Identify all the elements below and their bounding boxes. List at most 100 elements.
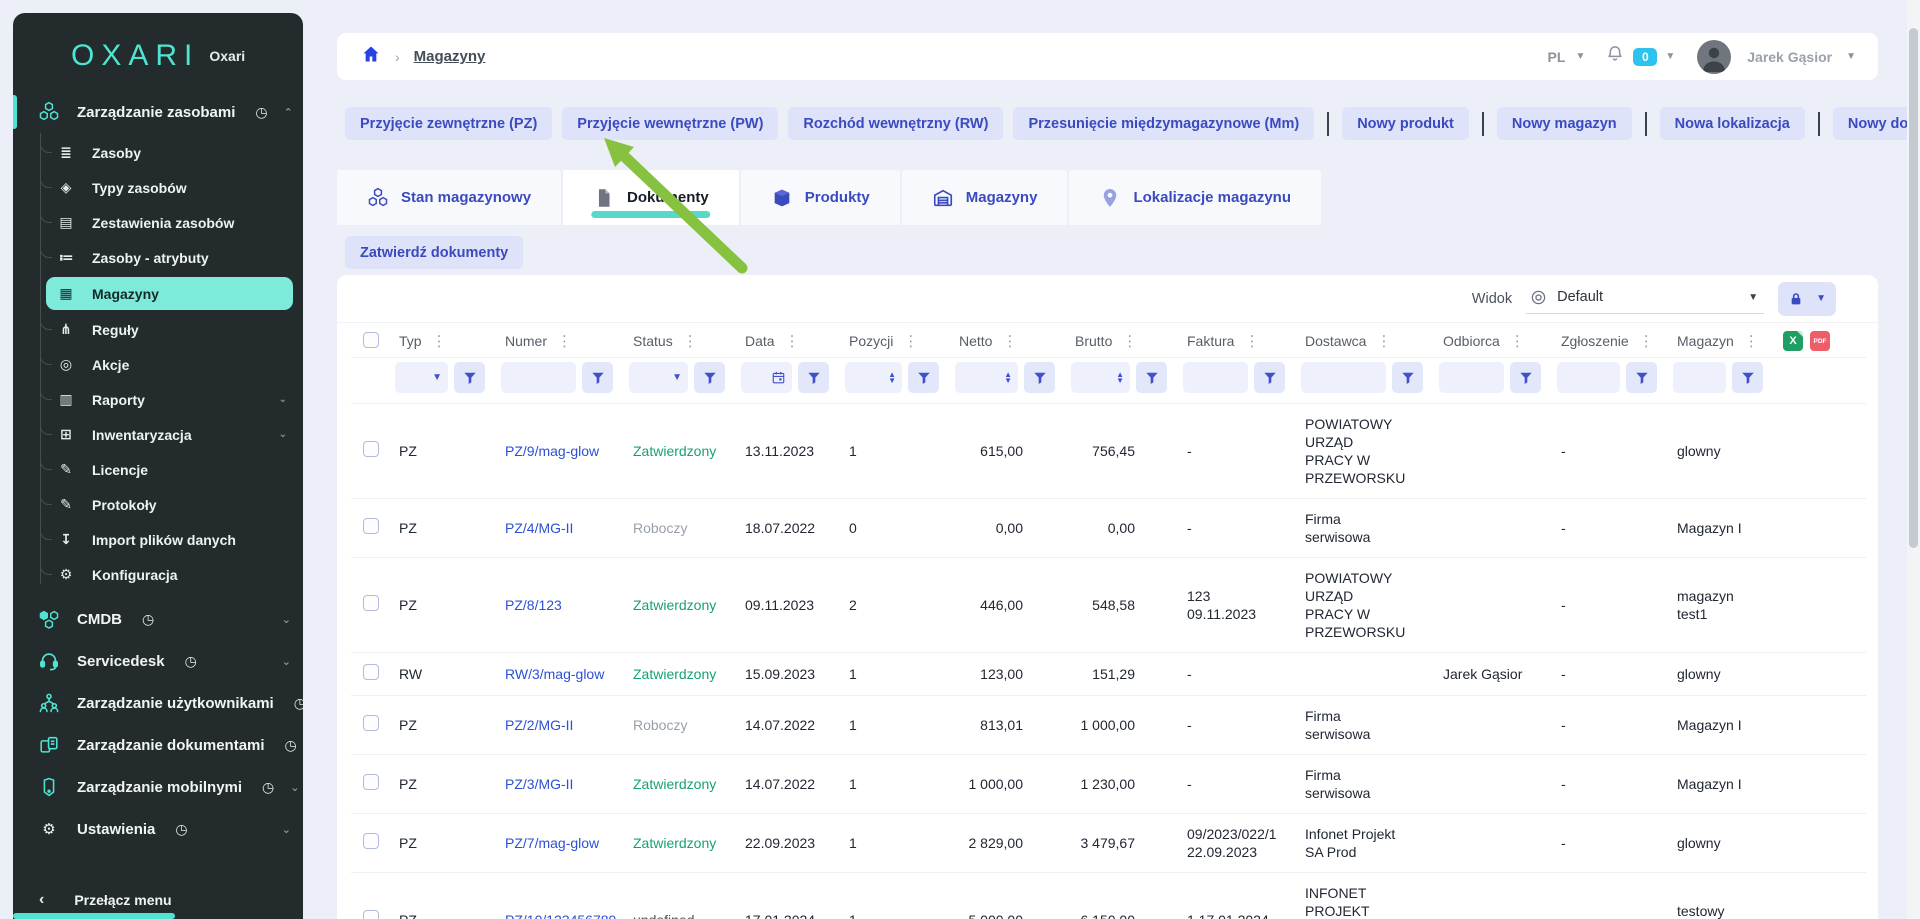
document-link[interactable]: PZ/4/MG-II (505, 520, 573, 536)
sidebar-section-zarządzanie-użytkownikami[interactable]: Zarządzanie użytkownikami◷⌄ (13, 682, 303, 724)
bell-icon[interactable] (1605, 44, 1625, 69)
action-button-nowy-produkt[interactable]: Nowy produkt (1342, 107, 1469, 140)
filter-button-pozycji[interactable] (908, 362, 939, 393)
column-menu-icon[interactable]: ⋮ (557, 334, 572, 349)
document-link[interactable]: PZ/3/MG-II (505, 776, 573, 792)
row-checkbox[interactable] (363, 518, 379, 534)
sidebar-item-zasoby-atrybuty[interactable]: ≔Zasoby - atrybuty (13, 240, 303, 275)
tab-magazyny[interactable]: Magazyny (902, 170, 1068, 225)
column-menu-icon[interactable]: ⋮ (1002, 334, 1017, 349)
filter-button-odbiorca[interactable] (1510, 362, 1541, 393)
home-icon[interactable] (361, 44, 381, 69)
row-checkbox[interactable] (363, 715, 379, 731)
document-link[interactable]: PZ/2/MG-II (505, 717, 573, 733)
filter-button-typ[interactable] (454, 362, 485, 393)
sidebar-section-zarządzanie-zasobami[interactable]: Zarządzanie zasobami◷⌃ (13, 91, 303, 133)
number-spinner[interactable]: ▲▼ (1116, 372, 1124, 384)
row-checkbox[interactable] (363, 774, 379, 790)
action-button-przyjęcie-zewnętrzne-pz[interactable]: Przyjęcie zewnętrzne (PZ) (345, 107, 552, 140)
column-menu-icon[interactable]: ⋮ (1744, 334, 1759, 349)
column-menu-icon[interactable]: ⋮ (1244, 334, 1259, 349)
sidebar-item-import-plików-danych[interactable]: ↧Import plików danych (13, 522, 303, 557)
avatar[interactable] (1697, 40, 1731, 74)
sidebar-item-zasoby[interactable]: ≣Zasoby (13, 135, 303, 170)
tab-lokalizacje-magazynu[interactable]: Lokalizacje magazynu (1069, 170, 1321, 225)
view-select[interactable]: Default ▼ (1526, 284, 1764, 314)
filter-button-magazyn[interactable] (1732, 362, 1763, 393)
breadcrumb-current[interactable]: Magazyny (414, 48, 486, 65)
filter-input-pozycji[interactable]: ▲▼ (845, 362, 902, 393)
filter-input-numer[interactable] (501, 362, 576, 393)
filter-input-netto[interactable]: ▲▼ (955, 362, 1018, 393)
sidebar-item-konfiguracja[interactable]: ⚙Konfiguracja (13, 557, 303, 592)
filter-button-faktura[interactable] (1254, 362, 1285, 393)
approve-documents-button[interactable]: Zatwierdź dokumenty (345, 236, 523, 269)
tab-dokumenty[interactable]: Dokumenty (563, 170, 739, 225)
row-checkbox[interactable] (363, 595, 379, 611)
column-menu-icon[interactable]: ⋮ (903, 334, 918, 349)
column-menu-icon[interactable]: ⋮ (1376, 334, 1391, 349)
filter-input-status[interactable]: ▼ (629, 362, 688, 393)
column-menu-icon[interactable]: ⋮ (1122, 334, 1137, 349)
sidebar-section-servicedesk[interactable]: Servicedesk◷⌄ (13, 640, 303, 682)
tab-produkty[interactable]: Produkty (741, 170, 900, 225)
sidebar-section-zarządzanie-mobilnymi[interactable]: Zarządzanie mobilnymi◷⌄ (13, 766, 303, 808)
sidebar-section-zarządzanie-dokumentami[interactable]: Zarządzanie dokumentami◷⌄ (13, 724, 303, 766)
document-link[interactable]: PZ/9/mag-glow (505, 443, 599, 459)
filter-input-typ[interactable]: ▼ (395, 362, 448, 393)
sidebar-item-reguły[interactable]: ⋔Reguły (13, 312, 303, 347)
locale-caret-icon[interactable]: ▼ (1575, 51, 1585, 62)
sidebar-item-akcje[interactable]: ◎Akcje (13, 347, 303, 382)
sidebar-item-raporty[interactable]: ▥Raporty⌄ (13, 382, 303, 417)
filter-input-data[interactable] (741, 362, 792, 393)
row-checkbox[interactable] (363, 664, 379, 680)
document-link[interactable]: PZ/8/123 (505, 597, 562, 613)
filter-input-dostawca[interactable] (1301, 362, 1386, 393)
filter-input-odbiorca[interactable] (1439, 362, 1504, 393)
notification-badge[interactable]: 0 (1633, 48, 1657, 66)
filter-button-zgloszenie[interactable] (1626, 362, 1657, 393)
sidebar-item-magazyny[interactable]: ▦Magazyny (46, 277, 293, 310)
document-link[interactable]: PZ/10/123456789 (505, 912, 616, 919)
filter-input-faktura[interactable] (1183, 362, 1248, 393)
sidebar-item-inwentaryzacja[interactable]: ⊞Inwentaryzacja⌄ (13, 417, 303, 452)
column-menu-icon[interactable]: ⋮ (1639, 334, 1654, 349)
filter-input-brutto[interactable]: ▲▼ (1071, 362, 1130, 393)
action-button-nowa-lokalizacja[interactable]: Nowa lokalizacja (1660, 107, 1805, 140)
scrollbar-thumb[interactable] (1909, 28, 1918, 548)
filter-button-numer[interactable] (582, 362, 613, 393)
filter-button-dostawca[interactable] (1392, 362, 1423, 393)
tab-stan-magazynowy[interactable]: Stan magazynowy (337, 170, 561, 225)
notification-caret-icon[interactable]: ▼ (1665, 51, 1675, 62)
action-button-nowy-magazyn[interactable]: Nowy magazyn (1497, 107, 1632, 140)
filter-button-data[interactable] (798, 362, 829, 393)
action-button-przesunięcie-międzymagazynowe-mm[interactable]: Przesunięcie międzymagazynowe (Mm) (1013, 107, 1314, 140)
column-menu-icon[interactable]: ⋮ (785, 334, 800, 349)
page-scrollbar[interactable] (1907, 0, 1920, 919)
number-spinner[interactable]: ▲▼ (888, 372, 896, 384)
sidebar-item-zestawienia-zasobów[interactable]: ▤Zestawienia zasobów (13, 205, 303, 240)
export-pdf-icon[interactable]: PDF (1810, 331, 1830, 351)
row-checkbox[interactable] (363, 833, 379, 849)
select-all-checkbox[interactable] (363, 332, 379, 348)
filter-input-magazyn[interactable] (1673, 362, 1726, 393)
sidebar-scrollbar[interactable] (13, 913, 175, 919)
sidebar-section-cmdb[interactable]: CMDB◷⌄ (13, 598, 303, 640)
sidebar-toggle[interactable]: ‹ Przełącz menu (13, 891, 303, 909)
number-spinner[interactable]: ▲▼ (1004, 372, 1012, 384)
user-name[interactable]: Jarek Gąsior (1747, 49, 1832, 65)
sidebar-item-licencje[interactable]: ✎Licencje (13, 452, 303, 487)
document-link[interactable]: PZ/7/mag-glow (505, 835, 599, 851)
user-menu-caret-icon[interactable]: ▼ (1846, 51, 1856, 62)
sidebar-item-typy-zasobów[interactable]: ◈Typy zasobów (13, 170, 303, 205)
sidebar-item-protokoły[interactable]: ✎Protokoły (13, 487, 303, 522)
document-link[interactable]: RW/3/mag-glow (505, 666, 604, 682)
action-button-przyjęcie-wewnętrzne-pw[interactable]: Przyjęcie wewnętrzne (PW) (562, 107, 778, 140)
export-excel-icon[interactable]: X (1783, 331, 1803, 351)
filter-button-netto[interactable] (1024, 362, 1055, 393)
column-menu-icon[interactable]: ⋮ (683, 334, 698, 349)
column-menu-icon[interactable]: ⋮ (1510, 334, 1525, 349)
action-button-rozchód-wewnętrzny-rw[interactable]: Rozchód wewnętrzny (RW) (788, 107, 1003, 140)
row-checkbox[interactable] (363, 910, 379, 919)
filter-input-zgloszenie[interactable] (1557, 362, 1620, 393)
